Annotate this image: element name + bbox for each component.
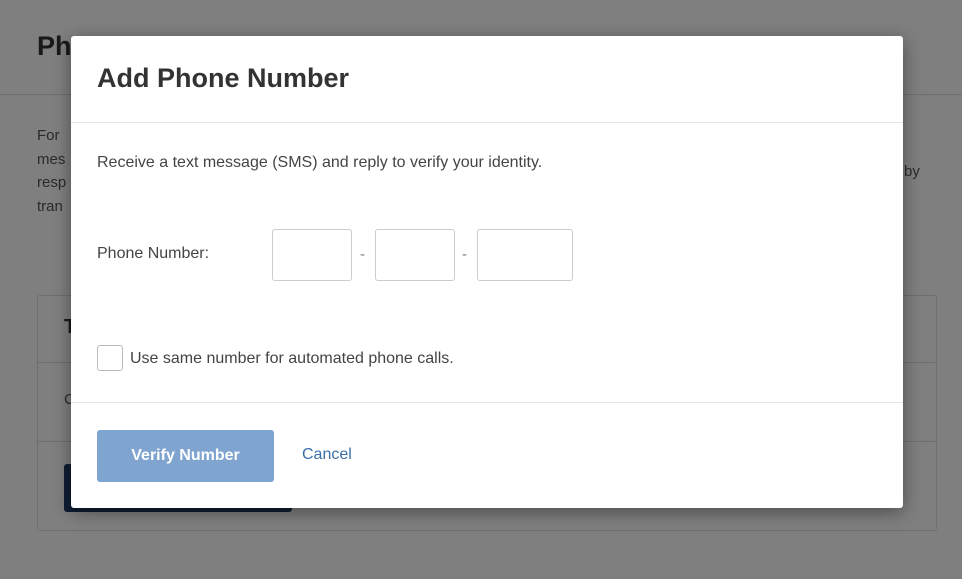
- modal-header-divider: [71, 122, 903, 123]
- phone-prefix-input[interactable]: [375, 229, 455, 281]
- modal-description: Receive a text message (SMS) and reply t…: [97, 154, 543, 171]
- phone-number-label: Phone Number:: [97, 245, 210, 262]
- phone-separator: -: [360, 246, 365, 263]
- phone-area-code-input[interactable]: [272, 229, 352, 281]
- cancel-link[interactable]: Cancel: [302, 446, 352, 464]
- modal-title: Add Phone Number: [97, 63, 350, 93]
- same-number-checkbox[interactable]: [97, 345, 123, 371]
- add-phone-modal: Add Phone Number Receive a text message …: [71, 36, 903, 508]
- same-number-checkbox-label[interactable]: Use same number for automated phone call…: [130, 350, 454, 368]
- modal-footer-divider: [71, 402, 903, 403]
- verify-number-button[interactable]: Verify Number: [97, 430, 274, 482]
- phone-separator: -: [462, 246, 467, 263]
- phone-line-number-input[interactable]: [477, 229, 573, 281]
